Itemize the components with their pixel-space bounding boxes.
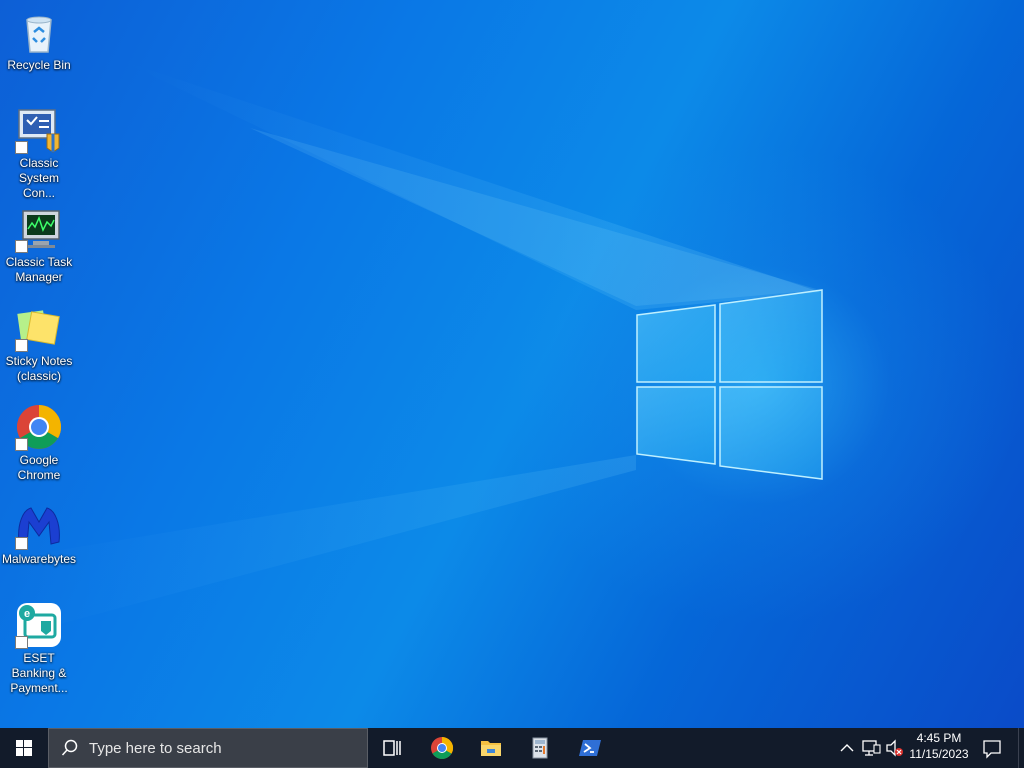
shortcut-arrow-icon <box>15 339 28 352</box>
shortcut-arrow-icon <box>15 141 28 154</box>
shortcut-arrow-icon <box>15 636 28 649</box>
desktop-background: Recycle Bin Classic System Con... Classi… <box>0 0 1024 728</box>
windows-logo-icon <box>16 740 32 756</box>
folder-icon <box>481 741 501 756</box>
desktop-icon-label: ESET Banking & Payment... <box>10 651 68 695</box>
clock-time: 4:45 PM <box>916 731 962 745</box>
malwarebytes-icon <box>15 502 63 550</box>
desktop-icon-label: Classic System Con... <box>18 156 59 200</box>
action-center-button[interactable] <box>976 728 1008 768</box>
task-view-button[interactable] <box>368 728 416 768</box>
search-placeholder: Type here to search <box>89 740 222 757</box>
sticky-notes-icon <box>15 304 63 352</box>
recycle-bin-icon <box>15 8 63 56</box>
shortcut-arrow-icon <box>15 438 28 451</box>
taskbar-file-explorer-button[interactable] <box>467 728 515 768</box>
desktop-icon-classic-system-control[interactable]: Classic System Con... <box>2 102 76 200</box>
desktop-icon-label: Google Chrome <box>17 453 61 482</box>
network-tray-button[interactable] <box>860 728 882 768</box>
wallpaper-windows-logo <box>0 60 823 640</box>
chrome-icon <box>15 403 63 451</box>
chrome-icon <box>431 737 453 759</box>
notification-icon <box>983 740 1001 759</box>
desktop-icon-label: Recycle Bin <box>7 58 71 72</box>
desktop-icon-malwarebytes[interactable]: Malwarebytes <box>2 498 76 588</box>
desktop-icon-google-chrome[interactable]: Google Chrome <box>2 399 76 489</box>
taskbar: Type here to search 4:45 PM 11/15/2023 <box>0 728 1024 768</box>
taskbar-search-box[interactable]: Type here to search <box>48 728 368 768</box>
taskbar-clock[interactable]: 4:45 PM 11/15/2023 <box>904 730 974 766</box>
shortcut-arrow-icon <box>15 240 28 253</box>
taskbar-calculator-button[interactable] <box>516 728 564 768</box>
task-view-icon <box>383 740 401 756</box>
volume-muted-icon <box>886 739 903 757</box>
desktop-icon-label: Classic Task Manager <box>5 255 73 284</box>
desktop-icon-eset-banking[interactable]: e ESET Banking & Payment... <box>2 597 76 695</box>
clock-date: 11/15/2023 <box>909 747 969 761</box>
show-desktop-button[interactable] <box>1018 728 1024 768</box>
desktop-icon-recycle-bin[interactable]: Recycle Bin <box>2 4 76 94</box>
desktop-icon-classic-task-manager[interactable]: Classic Task Manager <box>2 201 76 291</box>
shortcut-arrow-icon <box>15 537 28 550</box>
task-manager-icon <box>15 205 63 253</box>
volume-tray-button[interactable] <box>884 728 906 768</box>
calculator-icon <box>532 737 548 759</box>
show-hidden-icons-button[interactable] <box>836 728 858 768</box>
control-panel-icon <box>15 106 63 154</box>
taskbar-powershell-button[interactable] <box>566 728 614 768</box>
powershell-icon <box>579 740 601 756</box>
start-button[interactable] <box>0 728 48 768</box>
desktop-icon-sticky-notes[interactable]: Sticky Notes (classic) <box>2 300 76 390</box>
svg-text:e: e <box>24 608 30 620</box>
taskbar-chrome-button[interactable] <box>418 728 466 768</box>
network-icon <box>862 740 881 756</box>
chevron-up-icon <box>840 744 854 752</box>
eset-icon: e <box>15 601 63 649</box>
desktop-icon-label: Sticky Notes (classic) <box>5 354 73 383</box>
search-icon <box>61 739 78 756</box>
desktop-icon-label: Malwarebytes <box>2 552 77 566</box>
